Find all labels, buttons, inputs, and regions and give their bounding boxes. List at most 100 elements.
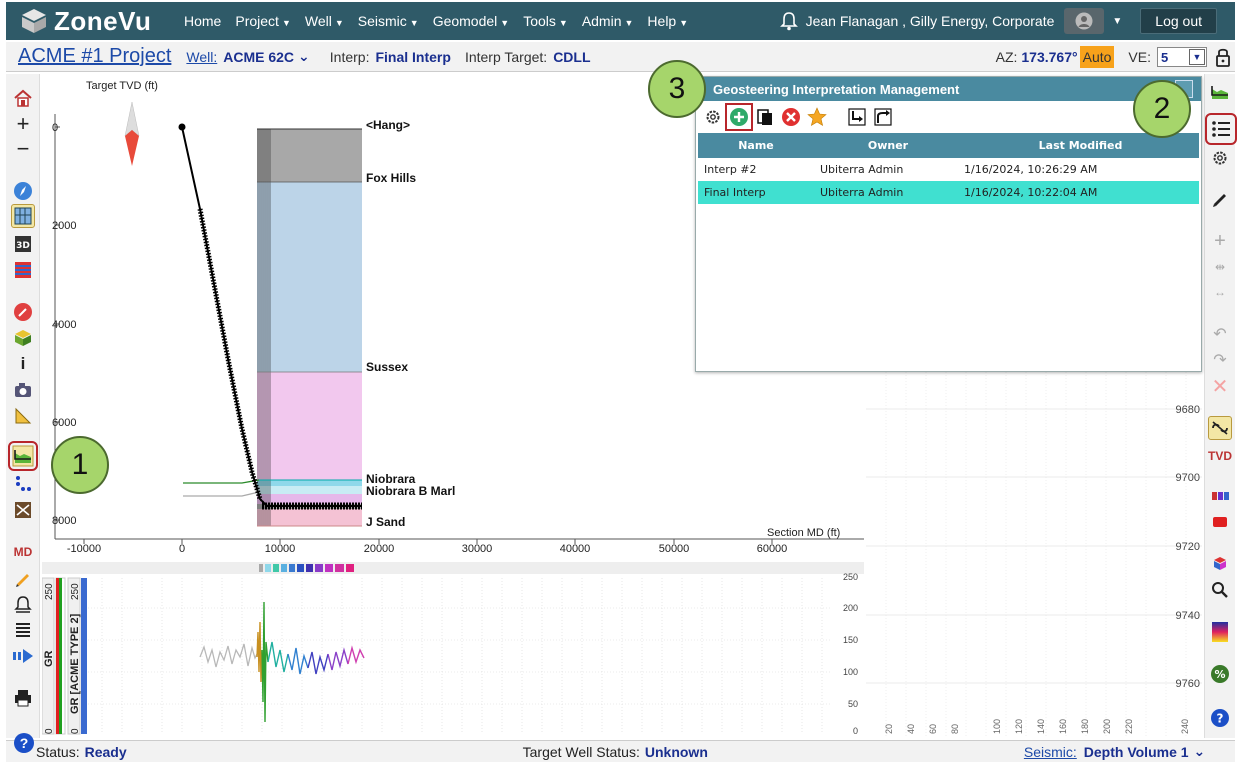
print-button[interactable]: [11, 686, 35, 710]
nav-seismic[interactable]: Seismic ▼: [358, 13, 419, 29]
copy-interp-button[interactable]: [754, 106, 776, 128]
nav-home[interactable]: Home: [184, 13, 221, 29]
depth-tick-9740: 9740: [1176, 610, 1200, 622]
undo-icon: ↶: [1213, 326, 1227, 343]
log-tracks-canvas[interactable]: 250 GR 0 250 GR [ACME TYPE 2] 0 250 200 …: [41, 562, 864, 738]
info-button[interactable]: i: [11, 352, 35, 376]
percent-button[interactable]: %: [1208, 662, 1232, 686]
well-link[interactable]: Well:: [186, 49, 217, 65]
link-toggle-button[interactable]: [1208, 416, 1232, 440]
points-button[interactable]: [11, 472, 35, 496]
interp-settings-button[interactable]: [702, 106, 724, 128]
interpretation-list-button[interactable]: [1205, 113, 1237, 145]
well-value[interactable]: ACME 62C: [223, 49, 294, 65]
dialog-title-bar[interactable]: Geosteering Interpretation Management: [696, 77, 1201, 101]
seismic-link[interactable]: Seismic:: [1024, 744, 1077, 760]
project-title-link[interactable]: ACME #1 Project: [18, 45, 171, 68]
depth-tick-9720: 9720: [1176, 541, 1200, 553]
seismic-icon: [15, 262, 31, 278]
nav-well[interactable]: Well ▼: [305, 13, 344, 29]
grid-view-button[interactable]: [11, 204, 35, 228]
drill-button[interactable]: [11, 300, 35, 324]
lock-icon[interactable]: [1215, 47, 1231, 67]
table-row-selected[interactable]: Final Interp Ubiterra Admin 1/16/2024, 1…: [698, 181, 1199, 204]
nav-admin[interactable]: Admin ▼: [582, 13, 634, 29]
alarm-button[interactable]: [11, 592, 35, 616]
right-log-canvas[interactable]: 9680 9700 9720 9740 9760 20 40 60 80 100…: [866, 372, 1202, 738]
md-button[interactable]: MD: [11, 540, 35, 564]
column-header-owner[interactable]: Owner: [814, 133, 962, 158]
delete-button[interactable]: ✕: [1208, 374, 1232, 398]
3d-view-button[interactable]: 3D: [11, 232, 35, 256]
nav-geomodel-label: Geomodel: [432, 13, 498, 29]
arrow-button[interactable]: [11, 644, 35, 668]
avatar[interactable]: [1064, 8, 1105, 34]
tvd-button[interactable]: TVD: [1208, 444, 1232, 468]
seismic-view-button[interactable]: [11, 258, 35, 282]
redo-button[interactable]: ↷: [1208, 348, 1232, 372]
pencil-button[interactable]: [11, 566, 35, 590]
export-icon: [874, 108, 892, 126]
log-tracks[interactable]: 250 GR 0 250 GR [ACME TYPE 2] 0 250 200 …: [41, 562, 864, 738]
right-log-panel[interactable]: 9680 9700 9720 9740 9760 20 40 60 80 100…: [866, 372, 1202, 738]
auto-button[interactable]: Auto: [1079, 46, 1115, 68]
cube-icon: [15, 330, 31, 346]
target-well-status-value: Unknown: [644, 743, 708, 760]
add-interp-button[interactable]: [725, 103, 753, 131]
logout-button[interactable]: Log out: [1140, 8, 1217, 34]
table-row[interactable]: Interp #2 Ubiterra Admin 1/16/2024, 10:2…: [698, 158, 1199, 181]
alarm-bell-icon: [14, 596, 32, 613]
geosteering-button[interactable]: [8, 441, 38, 471]
formation-label-hang: <Hang>: [366, 118, 410, 132]
bottom-tick-60: 60: [928, 724, 938, 734]
geomodel-button[interactable]: [11, 326, 35, 350]
export-interp-button[interactable]: [872, 106, 894, 128]
red-marker-button[interactable]: [1208, 510, 1232, 534]
compass-button[interactable]: [11, 179, 35, 203]
bell-icon[interactable]: [778, 10, 800, 32]
stretch-button[interactable]: ↔: [1208, 280, 1232, 304]
app-logo[interactable]: ZoneVu: [20, 6, 170, 37]
zoom-out-button[interactable]: −: [11, 136, 35, 161]
nav-geomodel[interactable]: Geomodel ▼: [433, 13, 510, 29]
zoom-in-button[interactable]: +: [11, 111, 35, 136]
help-icon[interactable]: ?: [14, 733, 34, 753]
seismic-volume-value[interactable]: Depth Volume 1: [1084, 744, 1189, 760]
column-header-name[interactable]: Name: [698, 133, 814, 158]
settings-button[interactable]: [1208, 146, 1232, 170]
scale-tick-200: 200: [843, 603, 858, 613]
well-dropdown-chevron-icon[interactable]: ⌄: [298, 48, 310, 65]
add-point-button[interactable]: +: [1208, 229, 1232, 253]
help-button[interactable]: ?: [1208, 706, 1232, 730]
colorbar-button[interactable]: [1208, 620, 1232, 644]
undo-button[interactable]: ↶: [1208, 322, 1232, 346]
search-button[interactable]: [1208, 578, 1232, 602]
project-bar: ACME #1 Project Well: ACME 62C ⌄ Interp:…: [6, 42, 1235, 72]
edit-button[interactable]: [1208, 186, 1232, 210]
cube-tool-button[interactable]: [1208, 552, 1232, 576]
nav-tools[interactable]: Tools ▼: [523, 13, 568, 29]
fault-button[interactable]: [11, 498, 35, 522]
caret-down-icon: ▼: [624, 18, 634, 28]
home-view-button[interactable]: [11, 86, 35, 110]
y-tick-label-2000: 2000: [52, 220, 76, 232]
nav-help[interactable]: Help ▼: [647, 13, 688, 29]
geosteering-view-button[interactable]: [1208, 80, 1232, 104]
formation-column: [257, 128, 362, 527]
ve-select[interactable]: 5 ▼: [1157, 47, 1207, 67]
formation-label-fox-hills: Fox Hills: [366, 171, 416, 185]
camera-button[interactable]: [11, 378, 35, 402]
lines-button[interactable]: [11, 618, 35, 642]
color-bars-button[interactable]: [1208, 484, 1232, 508]
seismic-chevron-down-icon[interactable]: ⌄: [1194, 743, 1206, 760]
nav-project[interactable]: Project ▼: [235, 13, 291, 29]
favorite-interp-button[interactable]: [806, 106, 828, 128]
depth-tick-9700: 9700: [1176, 472, 1200, 484]
import-interp-button[interactable]: [846, 106, 868, 128]
delete-interp-button[interactable]: [780, 106, 802, 128]
user-menu-caret-icon[interactable]: ▼: [1112, 16, 1122, 27]
measure-button[interactable]: [11, 404, 35, 428]
interpretations-table: Name Owner Last Modified Interp #2 Ubite…: [698, 133, 1199, 204]
y-tick-label-6000: 6000: [52, 417, 76, 429]
split-button[interactable]: ⇹: [1208, 255, 1232, 279]
